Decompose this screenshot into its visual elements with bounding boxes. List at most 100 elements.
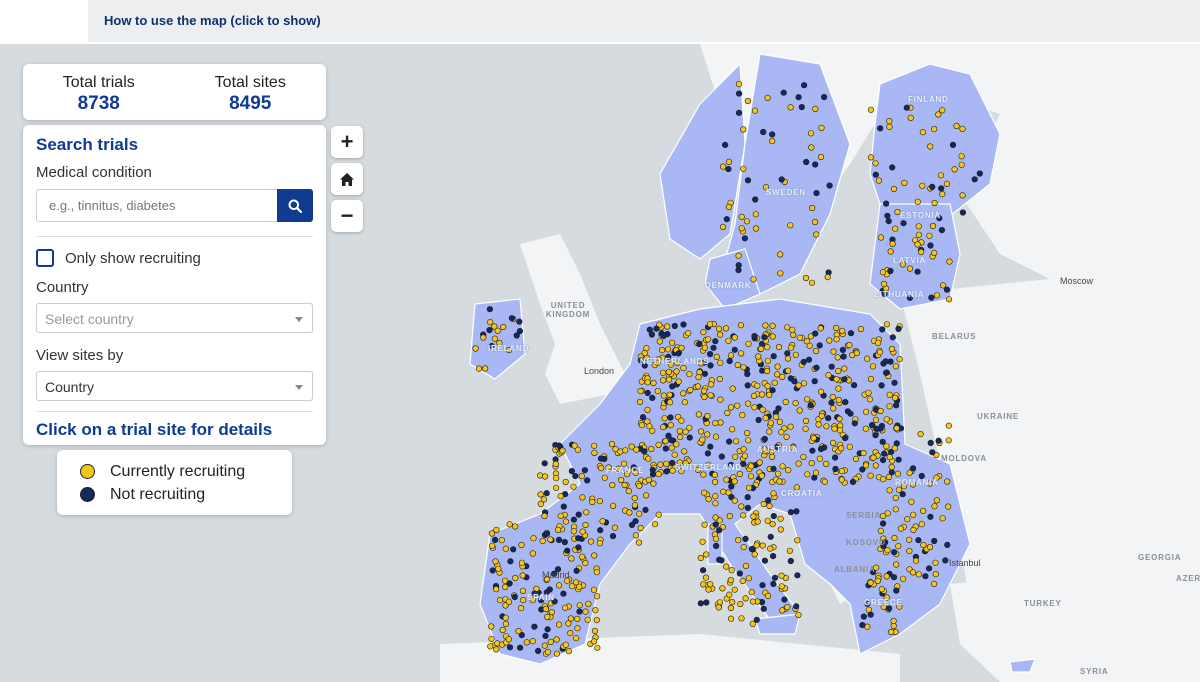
trial-site-marker[interactable] <box>519 587 527 595</box>
trial-site-marker[interactable] <box>737 350 745 357</box>
trial-site-marker[interactable] <box>599 518 606 525</box>
trial-site-marker[interactable] <box>660 392 667 399</box>
trial-site-marker[interactable] <box>738 225 745 232</box>
trial-site-marker[interactable] <box>770 353 777 360</box>
trial-site-marker[interactable] <box>857 325 865 333</box>
trial-site-marker[interactable] <box>727 352 735 359</box>
trial-site-marker[interactable] <box>564 547 571 554</box>
trial-site-marker[interactable] <box>796 407 803 414</box>
trial-site-marker[interactable] <box>872 160 879 167</box>
trial-site-marker[interactable] <box>872 432 879 439</box>
trial-site-marker[interactable] <box>930 580 938 588</box>
trial-site-marker[interactable] <box>726 438 733 445</box>
trial-site-marker[interactable] <box>795 460 802 467</box>
trial-site-marker[interactable] <box>731 346 738 353</box>
trial-site-marker[interactable] <box>804 396 811 403</box>
trial-site-marker[interactable] <box>882 369 890 376</box>
trial-site-marker[interactable] <box>612 446 619 453</box>
trial-site-marker[interactable] <box>903 104 910 111</box>
trial-site-marker[interactable] <box>859 621 866 629</box>
trial-site-marker[interactable] <box>723 563 730 570</box>
trial-site-marker[interactable] <box>719 585 726 592</box>
trial-site-marker[interactable] <box>573 635 580 642</box>
trial-site-marker[interactable] <box>766 502 773 510</box>
trial-site-marker[interactable] <box>744 494 751 501</box>
trial-site-marker[interactable] <box>671 451 678 458</box>
trial-site-marker[interactable] <box>812 469 820 476</box>
trial-site-marker[interactable] <box>700 471 707 478</box>
trial-site-marker[interactable] <box>935 437 942 444</box>
trial-site-marker[interactable] <box>472 345 479 352</box>
trial-site-marker[interactable] <box>598 465 605 472</box>
trial-site-marker[interactable] <box>744 429 751 437</box>
trial-site-marker[interactable] <box>756 459 763 466</box>
trial-site-marker[interactable] <box>740 544 747 551</box>
trial-site-marker[interactable] <box>876 349 884 356</box>
trial-site-marker[interactable] <box>659 369 667 376</box>
trial-site-marker[interactable] <box>707 443 714 450</box>
trial-site-marker[interactable] <box>766 428 773 435</box>
trial-site-marker[interactable] <box>554 526 562 534</box>
trial-site-marker[interactable] <box>541 473 549 480</box>
trial-site-marker[interactable] <box>795 382 802 389</box>
trial-site-marker[interactable] <box>931 249 938 256</box>
trial-site-marker[interactable] <box>650 379 657 387</box>
trial-site-marker[interactable] <box>770 465 777 472</box>
trial-site-marker[interactable] <box>829 439 837 447</box>
trial-site-marker[interactable] <box>762 322 769 329</box>
trial-site-marker[interactable] <box>686 434 693 441</box>
trial-site-marker[interactable] <box>792 351 799 358</box>
trial-site-marker[interactable] <box>735 262 742 269</box>
trial-site-marker[interactable] <box>664 323 671 330</box>
trial-site-marker[interactable] <box>812 161 819 168</box>
trial-site-marker[interactable] <box>587 538 595 545</box>
trial-site-marker[interactable] <box>723 216 730 223</box>
trial-site-marker[interactable] <box>744 382 751 389</box>
trial-site-marker[interactable] <box>890 549 898 556</box>
trial-site-marker[interactable] <box>868 422 876 429</box>
trial-site-marker[interactable] <box>867 154 875 161</box>
trial-site-marker[interactable] <box>851 420 858 427</box>
trial-site-marker[interactable] <box>699 567 707 574</box>
trial-site-marker[interactable] <box>553 475 560 482</box>
trial-site-marker[interactable] <box>915 537 922 544</box>
trial-site-marker[interactable] <box>776 418 783 426</box>
trial-site-marker[interactable] <box>811 218 819 226</box>
trial-site-marker[interactable] <box>737 600 744 608</box>
trial-site-marker[interactable] <box>570 483 577 490</box>
trial-site-marker[interactable] <box>883 573 890 580</box>
trial-site-marker[interactable] <box>833 324 840 332</box>
trial-site-marker[interactable] <box>681 448 688 455</box>
trial-site-marker[interactable] <box>590 638 598 645</box>
trial-site-marker[interactable] <box>838 476 845 483</box>
trial-site-marker[interactable] <box>769 387 776 394</box>
trial-site-marker[interactable] <box>655 441 662 449</box>
trial-site-marker[interactable] <box>944 478 951 485</box>
trial-site-marker[interactable] <box>529 550 536 557</box>
trial-site-marker[interactable] <box>597 527 604 534</box>
trial-site-marker[interactable] <box>642 492 650 499</box>
trial-site-marker[interactable] <box>639 414 647 421</box>
trial-site-marker[interactable] <box>506 644 514 651</box>
trial-site-marker[interactable] <box>591 449 598 457</box>
trial-site-marker[interactable] <box>488 635 495 642</box>
trial-site-marker[interactable] <box>820 93 828 101</box>
trial-site-marker[interactable] <box>740 126 747 133</box>
trial-site-marker[interactable] <box>771 574 779 581</box>
trial-site-marker[interactable] <box>763 367 771 375</box>
trial-site-marker[interactable] <box>932 570 939 578</box>
trial-site-marker[interactable] <box>734 361 741 369</box>
trial-site-marker[interactable] <box>748 589 755 596</box>
trial-site-marker[interactable] <box>779 607 786 614</box>
trial-site-marker[interactable] <box>767 545 774 552</box>
trial-site-marker[interactable] <box>637 524 644 532</box>
trial-site-marker[interactable] <box>574 615 581 623</box>
trial-site-marker[interactable] <box>930 125 938 133</box>
trial-site-marker[interactable] <box>542 605 549 613</box>
trial-site-marker[interactable] <box>895 456 902 463</box>
trial-site-marker[interactable] <box>663 468 670 475</box>
trial-site-marker[interactable] <box>813 364 820 371</box>
trial-site-marker[interactable] <box>701 393 708 401</box>
trial-site-marker[interactable] <box>593 616 600 624</box>
trial-site-marker[interactable] <box>739 577 746 585</box>
